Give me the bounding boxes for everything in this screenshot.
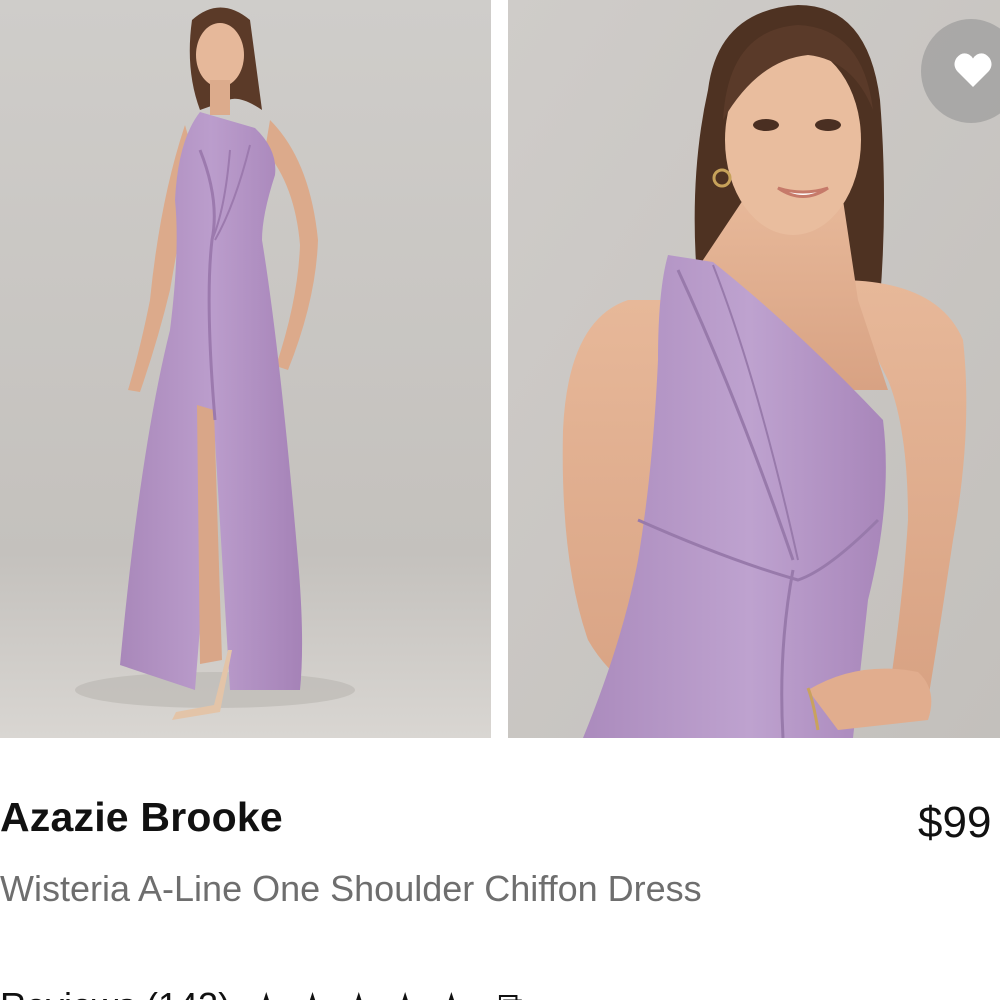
product-price: $99 xyxy=(918,798,992,847)
product-gallery xyxy=(0,0,1000,738)
product-brand[interactable]: Azazie Brooke xyxy=(0,794,283,841)
product-info: Azazie Brooke $99 Wisteria A-Line One Sh… xyxy=(0,738,1000,1000)
product-photo-closeup[interactable] xyxy=(508,0,1000,738)
external-link-icon[interactable]: ⧉ xyxy=(498,985,524,1000)
product-photo-full-length[interactable] xyxy=(0,0,491,738)
product-card: Azazie Brooke $99 Wisteria A-Line One Sh… xyxy=(0,0,1000,1000)
heart-icon xyxy=(954,53,992,87)
star-icon: ★ xyxy=(435,985,467,1000)
rating-stars: ★ ★ ★ ★ ★ xyxy=(250,985,467,1000)
product-description: Wisteria A-Line One Shoulder Chiffon Dre… xyxy=(0,868,702,909)
star-icon: ★ xyxy=(250,985,282,1000)
reviews-row[interactable]: Reviews (143) ★ ★ ★ ★ ★ ⧉ xyxy=(0,985,524,1000)
star-icon: ★ xyxy=(296,985,328,1000)
star-icon: ★ xyxy=(389,985,421,1000)
reviews-label[interactable]: Reviews (143) xyxy=(0,985,230,1000)
star-icon: ★ xyxy=(343,985,375,1000)
